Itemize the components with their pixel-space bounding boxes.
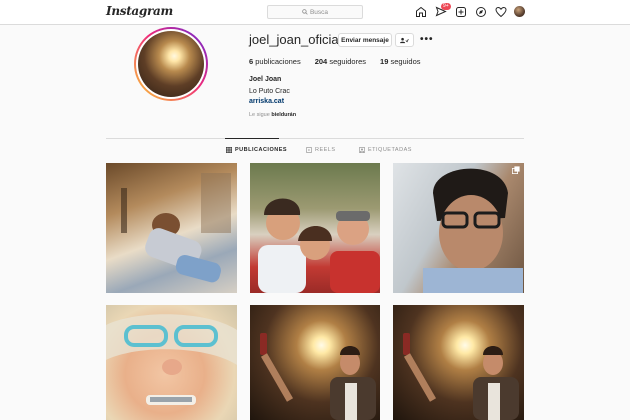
profile-picture[interactable] xyxy=(134,27,208,101)
profile-bio: Lo Puto Crac xyxy=(249,88,290,95)
search-icon xyxy=(302,9,308,15)
profile-stats: 6 publicaciones 204 seguidores 19 seguid… xyxy=(249,57,421,66)
post-photo xyxy=(106,314,237,405)
tab-publicaciones[interactable]: PUBLICACIONES xyxy=(226,147,287,153)
post-thumbnail[interactable] xyxy=(250,163,380,293)
notification-badge: 9+ xyxy=(441,3,451,10)
following-stat[interactable]: 19 seguidos xyxy=(380,57,420,66)
post-thumbnail[interactable] xyxy=(106,163,237,293)
followed-by-text: Le sigue bieldurán xyxy=(249,112,297,118)
grid-icon xyxy=(226,147,232,153)
tab-reels[interactable]: REELS xyxy=(306,147,336,153)
profile-username: joel_joan_oficial xyxy=(249,32,342,47)
multiple-photos-icon xyxy=(512,166,520,174)
user-check-icon xyxy=(400,37,409,43)
tab-etiquetadas[interactable]: ETIQUETADAS xyxy=(359,147,412,153)
followed-by-user-link[interactable]: bieldurán xyxy=(271,112,296,118)
post-thumbnail[interactable] xyxy=(250,305,380,420)
post-photo xyxy=(403,333,519,420)
search-input[interactable]: Busca xyxy=(267,5,363,19)
profile-divider xyxy=(106,138,524,139)
new-post-icon[interactable] xyxy=(454,5,468,19)
post-thumbnail[interactable] xyxy=(393,305,524,420)
reels-icon xyxy=(306,147,312,153)
post-thumbnail[interactable] xyxy=(393,163,524,293)
posts-stat[interactable]: 6 publicaciones xyxy=(249,57,301,66)
search-placeholder: Busca xyxy=(309,8,329,16)
post-photo xyxy=(260,333,376,420)
profile-photo xyxy=(138,31,204,97)
activity-icon[interactable] xyxy=(494,5,508,19)
more-options-icon[interactable]: ••• xyxy=(420,34,434,45)
top-navigation-bar: Instagram Busca 9+ xyxy=(0,0,630,25)
tagged-icon xyxy=(359,147,365,153)
post-photo xyxy=(121,173,231,283)
post-thumbnail[interactable] xyxy=(106,305,237,420)
follow-dropdown-button[interactable] xyxy=(395,33,414,47)
post-photo xyxy=(423,168,523,293)
active-tab-indicator xyxy=(225,138,279,139)
message-button[interactable]: Enviar mensaje xyxy=(338,33,392,47)
post-photo xyxy=(258,198,380,293)
instagram-logo[interactable]: Instagram xyxy=(106,4,173,18)
explore-icon[interactable] xyxy=(474,5,488,19)
profile-avatar-icon[interactable] xyxy=(514,6,525,17)
followers-stat[interactable]: 204 seguidores xyxy=(315,57,366,66)
profile-website-link[interactable]: arriska.cat xyxy=(249,98,284,105)
home-icon[interactable] xyxy=(414,5,428,19)
profile-full-name: Joel Joan xyxy=(249,76,282,83)
